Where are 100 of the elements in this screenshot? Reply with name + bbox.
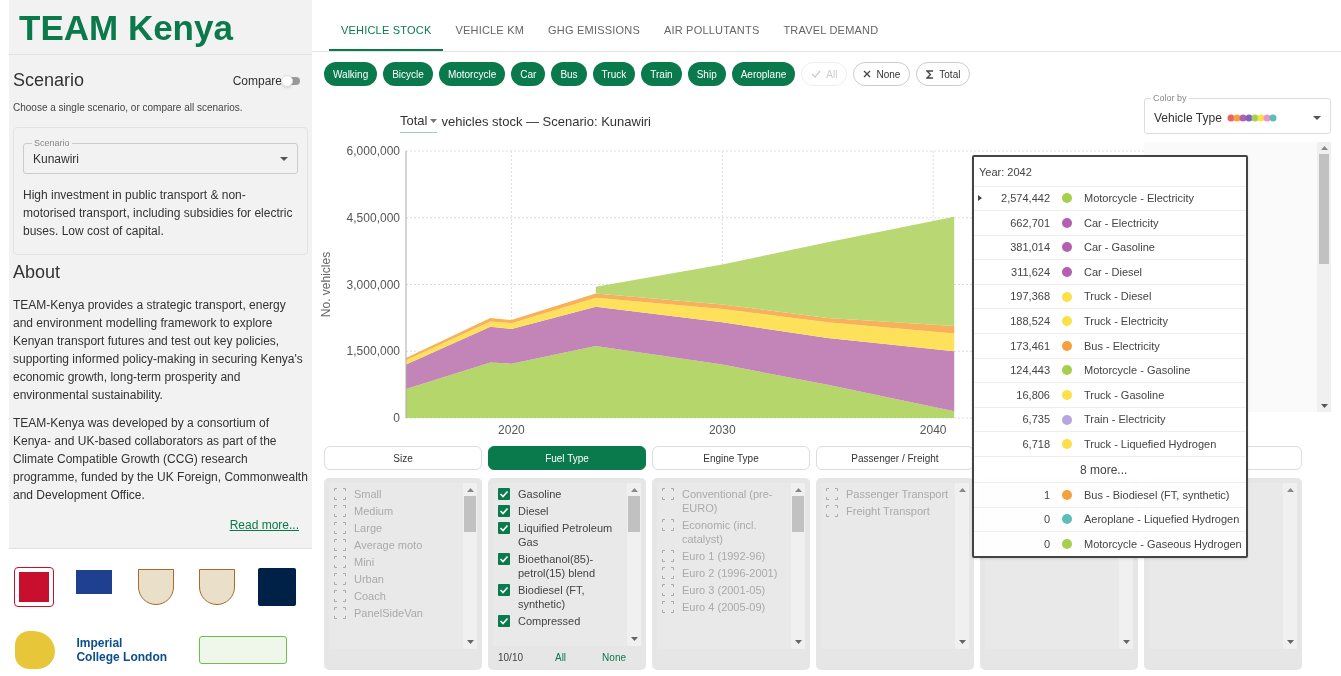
scroll-down-icon[interactable] bbox=[630, 637, 638, 641]
tab[interactable]: VEHICLE STOCK bbox=[329, 11, 444, 51]
scroll-up-icon[interactable] bbox=[630, 488, 638, 492]
scroll-up-icon[interactable] bbox=[1320, 146, 1328, 150]
scroll-thumb[interactable] bbox=[792, 496, 804, 532]
option-label: Mini bbox=[354, 555, 375, 569]
row-value: 188,524 bbox=[1009, 314, 1050, 329]
scroll-up-icon[interactable] bbox=[466, 488, 474, 492]
mode-chip[interactable]: Ship bbox=[687, 62, 726, 86]
scroll-thumb[interactable] bbox=[464, 496, 476, 532]
checkbox[interactable] bbox=[662, 584, 674, 596]
scrollbar[interactable] bbox=[463, 483, 477, 649]
read-more-link[interactable]: Read more... bbox=[229, 516, 299, 534]
option-label: Average moto bbox=[354, 538, 423, 552]
scrollbar[interactable] bbox=[955, 483, 969, 649]
row-label: Truck - Diesel bbox=[1084, 289, 1152, 305]
scrollbar[interactable] bbox=[1283, 483, 1297, 649]
checkbox[interactable] bbox=[334, 539, 346, 551]
sigma-icon bbox=[926, 69, 935, 79]
scroll-down-icon[interactable] bbox=[1122, 640, 1130, 644]
filter-tab[interactable]: Engine Type bbox=[652, 446, 810, 470]
filter-tab[interactable]: Fuel Type bbox=[488, 446, 646, 470]
checkbox[interactable] bbox=[334, 488, 346, 500]
checkbox[interactable] bbox=[498, 488, 510, 500]
row-label: Motorcycle - Gasoline bbox=[1084, 363, 1191, 379]
checkbox[interactable] bbox=[498, 584, 510, 596]
checkbox[interactable] bbox=[662, 567, 674, 579]
select-none-link[interactable]: None bbox=[602, 650, 626, 665]
checkbox[interactable] bbox=[334, 573, 346, 585]
y-tick-label: 4,500,000 bbox=[346, 210, 400, 225]
row-label: Car - Electricity bbox=[1084, 215, 1159, 231]
checkbox[interactable] bbox=[498, 522, 510, 534]
tooltip-year: Year: 2042 bbox=[978, 165, 1033, 180]
option-label: Passenger Transport bbox=[846, 487, 949, 501]
checkbox[interactable] bbox=[826, 505, 838, 517]
mode-chip[interactable]: Motorcycle bbox=[438, 62, 506, 86]
checkbox[interactable] bbox=[498, 505, 510, 517]
mode-chip[interactable]: Car bbox=[511, 62, 546, 86]
scroll-down-icon[interactable] bbox=[958, 640, 966, 644]
row-value: 0 bbox=[1042, 512, 1050, 528]
select-all-link[interactable]: All bbox=[554, 650, 567, 665]
scroll-up-icon[interactable] bbox=[958, 488, 966, 492]
tab[interactable]: AIR POLLUTANTS bbox=[651, 11, 772, 51]
about-paragraph: TEAM-Kenya was developed by a consortium of Kenya- and UK-based collaborators as part of the Climate Compatible Growth (CCG) research programme, funded by the UK Foreign, Commonwealth and Development Office. bbox=[12, 415, 309, 504]
scroll-down-icon[interactable] bbox=[1286, 640, 1294, 644]
scroll-down-icon[interactable] bbox=[466, 640, 474, 644]
row-label: Aeroplane - Liquefied Hydrogen bbox=[1084, 512, 1240, 528]
option-label: Euro 4 (2005-09) bbox=[682, 600, 766, 614]
x-tick-label: 2030 bbox=[708, 423, 736, 437]
mode-chip[interactable]: Walking bbox=[324, 62, 378, 86]
scroll-thumb[interactable] bbox=[1319, 154, 1329, 264]
scroll-up-icon[interactable] bbox=[1286, 488, 1294, 492]
caret-icon bbox=[1313, 116, 1321, 120]
filter-tab[interactable]: Size bbox=[324, 446, 482, 470]
checkbox[interactable] bbox=[662, 550, 674, 562]
mode-chip[interactable]: Train bbox=[641, 62, 682, 86]
checkbox[interactable] bbox=[826, 488, 838, 500]
x-tick-label: 2020 bbox=[498, 423, 525, 437]
tab[interactable]: TRAVEL DEMAND bbox=[771, 11, 891, 51]
checkbox[interactable] bbox=[334, 556, 346, 568]
mode-chip[interactable]: Bicycle bbox=[383, 62, 433, 86]
checkbox[interactable] bbox=[498, 615, 510, 627]
scroll-down-icon[interactable] bbox=[794, 640, 802, 644]
tab[interactable]: GHG EMISSIONS bbox=[536, 11, 652, 51]
row-value: 6,735 bbox=[1021, 412, 1050, 428]
checkbox[interactable] bbox=[334, 590, 346, 602]
checkbox[interactable] bbox=[334, 607, 346, 619]
mode-chip[interactable]: Aeroplane bbox=[731, 62, 796, 86]
filter-tab[interactable]: Passenger / Freight bbox=[816, 446, 974, 470]
scrollbar[interactable] bbox=[791, 483, 805, 649]
tab[interactable]: VEHICLE KM bbox=[443, 11, 537, 51]
scroll-down-icon[interactable] bbox=[1320, 404, 1328, 408]
x-tick-label: 2040 bbox=[919, 423, 947, 437]
checkbox[interactable] bbox=[498, 553, 510, 565]
mode-chip[interactable]: Bus bbox=[551, 62, 587, 86]
section-heading: About bbox=[12, 261, 62, 284]
scroll-thumb[interactable] bbox=[628, 496, 640, 532]
logo bbox=[15, 568, 53, 607]
option-label: Bioethanol(85)-petrol(15) blend bbox=[518, 552, 597, 580]
mode-chip[interactable]: Truck bbox=[592, 62, 636, 86]
scroll-up-icon[interactable] bbox=[794, 488, 802, 492]
scrollbar[interactable] bbox=[1317, 142, 1331, 412]
checkbox[interactable] bbox=[334, 522, 346, 534]
checkbox[interactable] bbox=[662, 519, 674, 531]
option-label: Small bbox=[354, 487, 382, 501]
more-text: 8 more... bbox=[1080, 461, 1128, 479]
checkbox[interactable] bbox=[662, 488, 674, 500]
option-label: Liquified Petroleum Gas bbox=[518, 521, 614, 549]
aggregate-dropdown[interactable]: Total bbox=[400, 111, 438, 133]
compare-toggle[interactable] bbox=[284, 76, 300, 85]
row-label: Motorcycle - Gaseous Hydrogen bbox=[1084, 536, 1242, 552]
checkbox[interactable] bbox=[334, 505, 346, 517]
checkbox[interactable] bbox=[662, 601, 674, 613]
row-label: Truck - Gasoline bbox=[1084, 387, 1165, 403]
option-label: Conventional (pre-EURO) bbox=[682, 487, 774, 515]
option-label: Freight Transport bbox=[846, 504, 930, 518]
about-paragraph: TEAM-Kenya provides a strategic transport, energy and environment modelling framework to explore Kenyan transport futures and test out key policies, supporting informed policy-making in securing Kenya's economic growth, long-term prosperity and environmental sustainability. bbox=[12, 297, 304, 404]
logo-text: Imperial College London bbox=[76, 635, 169, 664]
scrollbar[interactable] bbox=[627, 483, 641, 646]
option-label: PanelSideVan bbox=[354, 606, 423, 620]
